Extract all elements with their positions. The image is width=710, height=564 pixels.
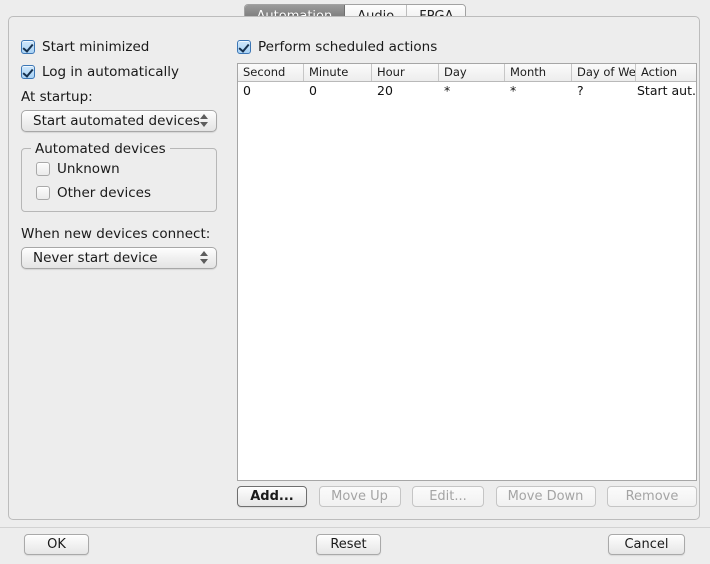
table-header-second[interactable]: Second: [238, 64, 304, 81]
cancel-button[interactable]: Cancel: [608, 534, 685, 555]
table-header-month[interactable]: Month: [505, 64, 572, 81]
checkbox-log-in-automatically-label: Log in automatically: [42, 64, 180, 80]
checkbox-unchecked-icon: [36, 162, 50, 176]
footer-bar: OK Reset Cancel: [0, 534, 710, 558]
chevron-updown-icon: [199, 251, 208, 266]
left-options-column: Start minimized Log in automatically At …: [21, 39, 226, 269]
when-new-devices-selected-value: Never start device: [33, 250, 158, 266]
checkbox-perform-scheduled-actions[interactable]: Perform scheduled actions: [237, 39, 697, 55]
table-cell-hour: 20: [377, 83, 393, 98]
table-cell-month: *: [510, 83, 517, 98]
add-button[interactable]: Add...: [237, 486, 307, 507]
move-down-button[interactable]: Move Down: [495, 486, 596, 507]
schedule-column: Perform scheduled actions Second Minute …: [237, 39, 697, 507]
checkbox-unknown[interactable]: Unknown: [36, 161, 206, 177]
checkbox-checked-icon: [237, 40, 251, 54]
checkbox-log-in-automatically[interactable]: Log in automatically: [21, 64, 226, 80]
when-new-devices-connect-label: When new devices connect:: [21, 226, 211, 242]
at-startup-select[interactable]: Start automated devices: [21, 110, 217, 132]
table-header-action[interactable]: Action: [636, 64, 696, 81]
checkbox-unknown-label: Unknown: [57, 161, 120, 177]
automated-devices-group: Automated devices Unknown Other devices: [21, 141, 217, 212]
remove-button[interactable]: Remove: [607, 486, 697, 507]
checkbox-checked-icon: [21, 65, 35, 79]
table-row[interactable]: 0 0 20 * * ? Start aut...: [238, 82, 696, 100]
checkbox-other-devices[interactable]: Other devices: [36, 185, 206, 201]
table-action-buttons: Add... Move Up Edit... Move Down Remove: [237, 486, 697, 507]
checkbox-checked-icon: [21, 40, 35, 54]
when-new-devices-connect-select[interactable]: Never start device: [21, 247, 217, 269]
at-startup-label: At startup:: [21, 89, 93, 105]
table-cell-second: 0: [243, 83, 251, 98]
ok-button[interactable]: OK: [24, 534, 89, 555]
checkbox-other-devices-label: Other devices: [57, 185, 151, 201]
checkbox-start-minimized[interactable]: Start minimized: [21, 39, 226, 55]
checkbox-perform-scheduled-actions-label: Perform scheduled actions: [258, 39, 438, 55]
footer-divider: [0, 527, 710, 528]
table-header-hour[interactable]: Hour: [372, 64, 439, 81]
reset-button[interactable]: Reset: [316, 534, 381, 555]
move-up-button[interactable]: Move Up: [318, 486, 401, 507]
table-cell-day-of-week: ?: [577, 83, 584, 98]
checkbox-start-minimized-label: Start minimized: [42, 39, 150, 55]
table-header-minute[interactable]: Minute: [304, 64, 372, 81]
table-header-day[interactable]: Day: [439, 64, 505, 81]
at-startup-selected-value: Start automated devices: [33, 113, 200, 129]
settings-panel: Start minimized Log in automatically At …: [8, 16, 700, 520]
table-header-row: Second Minute Hour Day Month Day of We..…: [238, 64, 696, 82]
table-cell-minute: 0: [309, 83, 317, 98]
table-cell-day: *: [444, 83, 451, 98]
table-cell-action: Start aut...: [637, 83, 696, 98]
checkbox-unchecked-icon: [36, 186, 50, 200]
automated-devices-group-title: Automated devices: [31, 141, 170, 157]
scheduled-actions-table[interactable]: Second Minute Hour Day Month Day of We..…: [237, 63, 697, 481]
edit-button[interactable]: Edit...: [412, 486, 484, 507]
table-header-day-of-week[interactable]: Day of We...: [572, 64, 636, 81]
chevron-updown-icon: [199, 114, 208, 129]
